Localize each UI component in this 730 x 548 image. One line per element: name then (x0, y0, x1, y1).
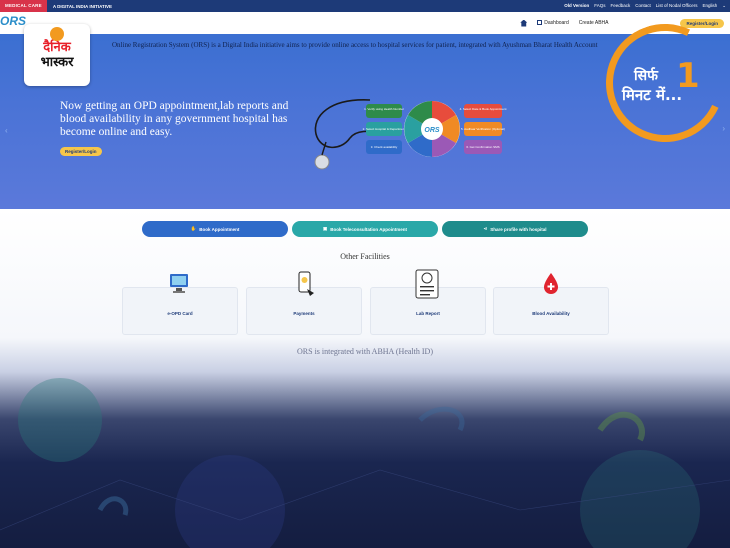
blood-drop-icon (544, 273, 558, 294)
sun-icon (50, 27, 64, 41)
nodal-officers-link[interactable]: List of Nodal Officers (656, 3, 698, 9)
sticker-ring (589, 7, 730, 159)
deco-curve-3 (418, 406, 465, 432)
brand-line-2: भास्कर (40, 55, 74, 70)
lab-report-icon (415, 269, 439, 299)
share-profile-button[interactable]: ⋖ Share profile with hospital (442, 221, 588, 237)
stethoscope-tube (314, 99, 371, 149)
hero-headline: Now getting an OPD appointment,lab repor… (60, 100, 289, 138)
digital-india-label: A DIGITAL INDIA INITIATIVE (52, 3, 112, 9)
carousel-prev-icon[interactable]: ‹ (5, 126, 8, 135)
dashboard-link[interactable]: Dashboard (537, 20, 569, 26)
step-1-label: 1. Verify using Health Number (364, 107, 404, 111)
deco-circle-left (18, 378, 102, 462)
dainik-bhaskar-logo: दैनिक भास्कर (24, 24, 90, 86)
step-5-label: 5. Aadhaar Verification (Optional) (461, 127, 505, 131)
ors-process-illustration: 1. Verify using Health Number 2. Select … (314, 99, 507, 170)
step-3-label: 3. Check availability (371, 145, 398, 149)
other-facilities-title: Other Facilities (340, 252, 390, 261)
hero-register-login-button[interactable]: Register/Login (60, 147, 102, 156)
wheel-ors-logo: ORS (424, 127, 440, 134)
hand-icon: ✋ (190, 226, 197, 231)
deco-circle-center (175, 455, 285, 548)
ors-logo[interactable]: ORS (0, 14, 26, 28)
book-teleconsultation-button[interactable]: ▣ Book Teleconsultation Appointment (292, 221, 438, 237)
deco-curve-1 (97, 496, 129, 516)
step-2-label: 2. Select Hospital & Department (363, 127, 406, 131)
home-icon[interactable] (520, 19, 528, 27)
chevron-down-icon[interactable]: ⌄ (722, 3, 726, 9)
one-minute-sticker: सिर्फ 1 मिनट में... (589, 7, 730, 159)
video-icon: ▣ (322, 226, 328, 231)
deco-curve-2 (597, 411, 645, 442)
top-strip: MEDICAL CARE A DIGITAL INDIA INITIATIVE … (0, 0, 730, 12)
old-version-link[interactable]: Old Version (564, 3, 589, 9)
share-icon: ⋖ (483, 226, 488, 231)
language-select[interactable]: English (702, 3, 717, 9)
top-links: Old Version FAQs Feedback Contact List o… (564, 3, 730, 9)
brand-line-1: दैनिक (43, 40, 71, 55)
mobile-payment-icon (298, 271, 314, 296)
sticker-line-1: सिर्फ (634, 68, 658, 84)
decorative-background (0, 378, 730, 548)
contact-link[interactable]: Contact (635, 3, 651, 9)
computer-icon (170, 274, 188, 293)
book-appointment-button[interactable]: ✋ Book Appointment (142, 221, 288, 237)
screen: MEDICAL CARE A DIGITAL INDIA INITIATIVE … (0, 0, 730, 548)
sticker-line-2: मिनट में... (622, 86, 683, 104)
stethoscope-chestpiece (314, 154, 330, 170)
step-4-label: 4. Select Date & Book Appointment (460, 107, 507, 111)
feedback-link[interactable]: Feedback (610, 3, 630, 9)
abha-integration-title: ORS is integrated with ABHA (Health ID) (297, 347, 433, 356)
medical-care-tag[interactable]: MEDICAL CARE (0, 0, 47, 12)
step-6-label: 6. Get Confirmation SMS (466, 145, 499, 149)
dashboard-icon (537, 20, 543, 26)
faqs-link[interactable]: FAQs (594, 3, 605, 9)
ors-intro-text: Online Registration System (ORS) is a Di… (112, 41, 598, 49)
